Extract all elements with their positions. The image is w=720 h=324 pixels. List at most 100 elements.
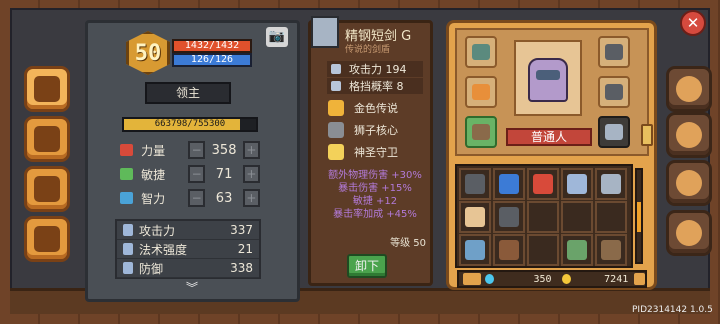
increase-button[interactable]: + xyxy=(242,141,261,159)
boots-icon xyxy=(567,240,587,260)
armor-icon xyxy=(465,174,485,194)
armor-icon xyxy=(605,84,623,100)
item-stat-label: 格挡概率 8 xyxy=(349,80,404,93)
stat-value: 337 xyxy=(230,223,253,237)
camera-icon[interactable]: 📷 xyxy=(266,27,288,47)
exp-bar: 663798/755300 xyxy=(122,117,258,132)
mp-bar: 126/126 xyxy=(172,53,252,67)
gear-icon xyxy=(676,220,702,246)
inventory-slot[interactable] xyxy=(493,168,525,200)
helmet-icon xyxy=(605,44,623,60)
wand-icon xyxy=(123,243,133,255)
item-bonus: 暴击率加成 +45% xyxy=(333,209,417,220)
armor-slot[interactable] xyxy=(598,76,630,108)
dagger-icon xyxy=(465,240,485,260)
stat-value: 338 xyxy=(230,261,253,275)
inventory-slot[interactable] xyxy=(527,201,559,233)
derived-stats-list[interactable]: 攻击力 337 法术强度 21 防御 338 xyxy=(115,219,261,279)
item-stat-block: 格挡概率 8 xyxy=(327,78,423,94)
boots-icon xyxy=(601,240,621,260)
shield-icon xyxy=(331,81,341,91)
chevron-down-icon[interactable]: ︾ xyxy=(178,282,206,295)
book-icon xyxy=(120,192,134,204)
attribute-name: 敏捷 xyxy=(141,167,166,182)
unequip-button[interactable]: 卸下 xyxy=(347,254,387,278)
nav-character-button[interactable] xyxy=(24,66,70,112)
player-title[interactable]: 领主 xyxy=(145,82,231,104)
derived-stat-row: 防御 338 xyxy=(117,259,259,278)
nav-helmet-button[interactable] xyxy=(666,66,712,112)
nav-settings-button[interactable] xyxy=(666,210,712,256)
bow-icon xyxy=(499,240,519,260)
lion-icon xyxy=(328,122,344,138)
nav-talent-button[interactable] xyxy=(666,160,712,206)
build-id: PID2314142 1.0.5 xyxy=(632,305,713,315)
attribute-name: 力量 xyxy=(141,143,166,158)
inventory-slot[interactable] xyxy=(561,234,593,266)
pause-tab[interactable] xyxy=(641,124,653,146)
sword-icon xyxy=(311,16,339,48)
attribute-value: 71 xyxy=(215,166,233,182)
item-stat-label: 攻击力 194 xyxy=(349,63,407,76)
decrease-button[interactable]: − xyxy=(188,189,206,207)
spear-icon xyxy=(601,174,621,194)
inventory-slot[interactable] xyxy=(561,168,593,200)
nav-pets-button[interactable] xyxy=(24,166,70,212)
inventory-slot[interactable] xyxy=(561,201,593,233)
inventory-slot[interactable] xyxy=(595,201,627,233)
inventory-slot[interactable] xyxy=(459,168,491,200)
knight-portrait-icon xyxy=(528,58,568,102)
attribute-value: 358 xyxy=(211,142,237,158)
potion-icon xyxy=(567,174,587,194)
boots-icon xyxy=(472,124,490,140)
weapon-slot[interactable] xyxy=(598,116,630,148)
fist-icon xyxy=(120,144,134,156)
nav-crafting-button[interactable] xyxy=(666,112,712,158)
nav-skills-button[interactable] xyxy=(24,116,70,162)
necklace-icon xyxy=(472,44,490,60)
scroll-icon xyxy=(34,126,60,152)
helmet-slot[interactable] xyxy=(598,36,630,68)
item-level-requirement: 等级 50 xyxy=(390,238,426,249)
nav-mount-button[interactable] xyxy=(24,216,70,262)
add-currency-icon[interactable] xyxy=(634,273,645,285)
item-subtitle: 传说的剑盾 xyxy=(345,45,391,55)
decrease-button[interactable]: − xyxy=(188,141,206,159)
inventory-slot[interactable] xyxy=(595,168,627,200)
book-icon xyxy=(34,76,60,102)
increase-button[interactable]: + xyxy=(242,165,261,183)
inventory-scroll-thumb[interactable] xyxy=(637,202,641,232)
derived-stat-row: 法术强度 21 xyxy=(117,240,259,259)
boots-slot[interactable] xyxy=(465,116,497,148)
stat-value: 21 xyxy=(237,242,253,256)
item-perk: 狮子核心 xyxy=(328,120,398,140)
inventory-slot[interactable] xyxy=(459,234,491,266)
necklace-slot[interactable] xyxy=(465,36,497,68)
inventory-slot[interactable] xyxy=(527,168,559,200)
inventory-slot[interactable] xyxy=(493,234,525,266)
derived-stat-row: 攻击力 337 xyxy=(117,221,259,240)
gold-coin-icon xyxy=(561,274,571,284)
close-button[interactable]: ✕ xyxy=(680,10,706,36)
hp-bar: 1432/1432 xyxy=(172,39,252,53)
attribute-agility: 敏捷 − 71 + xyxy=(120,164,261,184)
decrease-button[interactable]: − xyxy=(188,165,206,183)
helmet-icon xyxy=(676,76,702,102)
inventory-slot[interactable] xyxy=(493,201,525,233)
increase-button[interactable]: + xyxy=(242,189,261,207)
lock-icon[interactable] xyxy=(463,273,481,285)
attribute-name: 智力 xyxy=(141,191,166,206)
inventory-slot[interactable] xyxy=(459,201,491,233)
stat-name: 法术强度 xyxy=(139,242,188,257)
inventory-slot[interactable] xyxy=(595,234,627,266)
exp-text: 663798/755300 xyxy=(154,119,226,129)
feather-icon xyxy=(120,168,134,180)
gem-icon xyxy=(484,274,494,284)
ring-slot[interactable] xyxy=(465,76,497,108)
stat-name: 防御 xyxy=(139,261,164,276)
gem-count: 350 xyxy=(533,273,552,285)
item-stat-attack: 攻击力 194 xyxy=(327,61,423,77)
inventory-slot[interactable] xyxy=(527,234,559,266)
crossed-tools-icon xyxy=(676,122,702,148)
sword-icon xyxy=(123,224,133,236)
